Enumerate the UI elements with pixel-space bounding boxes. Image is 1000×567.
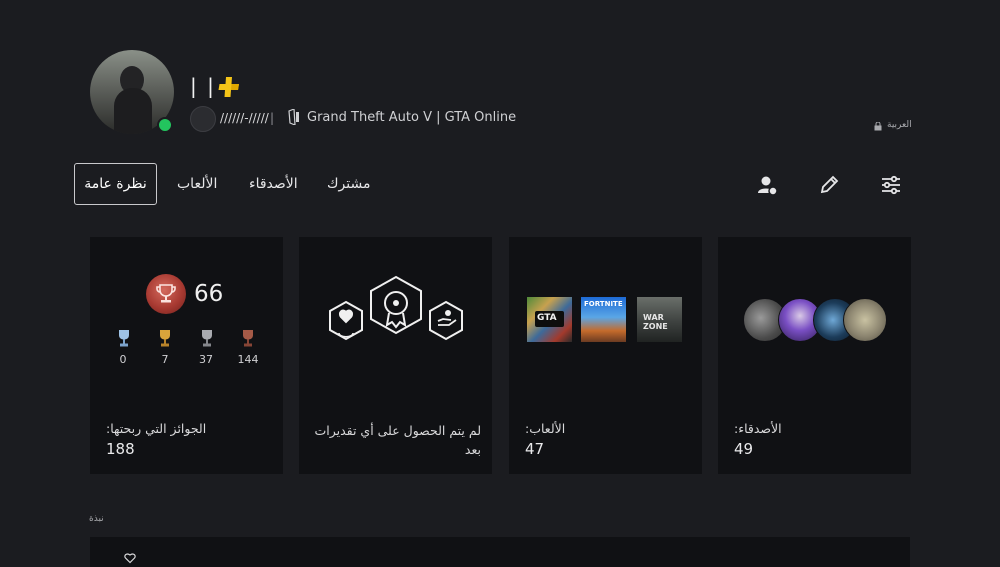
gold-trophy-icon	[160, 330, 170, 347]
games-count: 47	[525, 440, 545, 458]
game-thumbnail-gta-v[interactable]: GTA	[527, 297, 572, 342]
silver-count: 37	[199, 353, 213, 366]
small-avatar	[190, 106, 216, 132]
now-playing-text: Grand Theft Auto V | GTA Online	[307, 110, 517, 125]
tab-games[interactable]: الألعاب	[177, 176, 217, 192]
username: | |	[190, 74, 216, 98]
trophies-total: 188	[106, 440, 135, 458]
settings-sliders-icon[interactable]	[880, 174, 902, 196]
trophies-card[interactable]: 66 0 7 37 144 الجوائز التي ربحتها: 188	[90, 237, 283, 474]
game-thumbnail-warzone[interactable]: WAR ZONE	[637, 297, 682, 342]
separator: |	[270, 111, 275, 125]
bronze-count: 144	[237, 353, 259, 366]
about-section-title: نبذة	[89, 514, 104, 524]
game-console-icon	[288, 109, 299, 125]
online-status-indicator	[157, 117, 173, 133]
trophy-level-value: 66	[194, 281, 224, 307]
gold-count: 7	[161, 353, 169, 366]
tab-overview[interactable]: نظرة عامة	[74, 163, 157, 205]
online-id: //////-/////	[220, 111, 269, 125]
games-label: الألعاب:	[525, 421, 566, 436]
trophy-level-icon	[146, 274, 186, 314]
tab-subscription[interactable]: مشترك	[327, 176, 370, 192]
playstation-plus-icon	[218, 77, 239, 97]
endorsements-card[interactable]: لم يتم الحصول على أي تقديرات بعد	[299, 237, 492, 474]
about-section-panel[interactable]	[90, 537, 910, 567]
games-card[interactable]: GTA FORTNITE WAR ZONE الألعاب: 47	[509, 237, 702, 474]
silver-trophy-icon	[202, 330, 212, 347]
avatar-figure-body	[114, 88, 152, 134]
privacy-language-label: العربية	[887, 120, 912, 130]
friends-card[interactable]: الأصدقاء: 49	[718, 237, 911, 474]
platinum-trophy-icon	[119, 330, 129, 347]
heart-icon	[124, 553, 136, 564]
endorsements-label: لم يتم الحصول على أي تقديرات بعد	[314, 423, 481, 457]
add-friend-icon[interactable]	[756, 174, 778, 196]
lock-icon	[874, 122, 882, 131]
edit-icon[interactable]	[818, 174, 840, 196]
game-thumbnail-fortnite[interactable]: FORTNITE	[581, 297, 626, 342]
tab-friends[interactable]: الأصدقاء	[249, 176, 298, 192]
friend-avatar-4[interactable]	[843, 298, 887, 342]
friends-count: 49	[734, 440, 754, 458]
friends-label: الأصدقاء:	[734, 421, 782, 436]
bronze-trophy-icon	[243, 330, 253, 347]
endorsement-badges-icon	[329, 275, 463, 341]
trophies-label: الجوائز التي ربحتها:	[106, 421, 207, 436]
platinum-count: 0	[119, 353, 127, 366]
